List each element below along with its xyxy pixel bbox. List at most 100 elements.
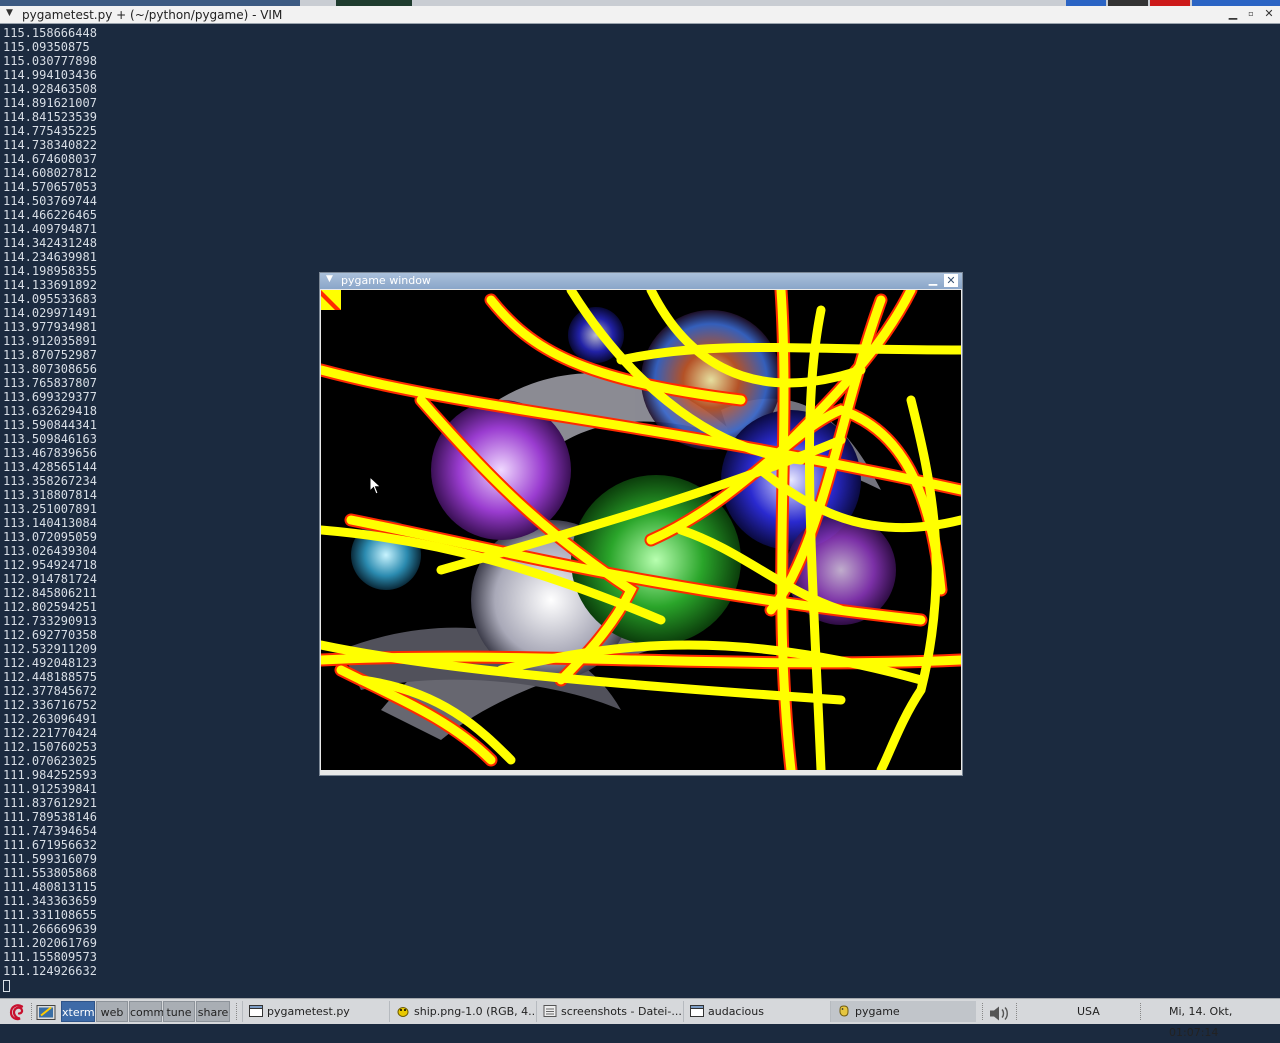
taskbar-separator (31, 1003, 32, 1020)
debian-swirl-icon[interactable] (8, 1002, 28, 1023)
minimize-icon[interactable]: ▁ (926, 273, 940, 286)
terminal-line: 113.977934981 (3, 320, 97, 334)
task-label: pygametest.py (267, 1005, 350, 1018)
terminal-line: 112.336716752 (3, 698, 97, 712)
terminal-line: 111.202061769 (3, 936, 97, 950)
terminal-line: 113.467839656 (3, 446, 97, 460)
task-pygame[interactable]: pygame (830, 1001, 976, 1022)
taskbar-separator (982, 1003, 983, 1020)
terminal-line: 114.891621007 (3, 96, 97, 110)
terminal-line: 113.912035891 (3, 334, 97, 348)
pygame-canvas[interactable] (321, 290, 961, 770)
workspace-comm[interactable]: comm (129, 1001, 164, 1022)
terminal-line: 111.599316079 (3, 852, 97, 866)
terminal-line: 114.994103436 (3, 68, 97, 82)
terminal-titlebar[interactable]: ▼ pygametest.py + (~/python/pygame) - VI… (0, 6, 1280, 24)
close-icon[interactable]: ✕ (1262, 7, 1276, 20)
terminal-icon (249, 1005, 263, 1017)
terminal-line: 114.095533683 (3, 292, 97, 306)
file-manager-icon (543, 1005, 557, 1017)
terminal-line: 111.480813115 (3, 880, 97, 894)
terminal-line: 114.674608037 (3, 152, 97, 166)
terminal-line: 114.198958355 (3, 264, 97, 278)
pygame-render (321, 290, 961, 770)
terminal-line: 113.140413084 (3, 516, 97, 530)
maximize-icon[interactable]: ▫ (1244, 9, 1258, 18)
terminal-line: 114.570657053 (3, 180, 97, 194)
task-label: audacious (708, 1005, 764, 1018)
terminal-line: 112.532911209 (3, 642, 97, 656)
pygame-window-title: pygame window (341, 274, 431, 287)
workspace-web[interactable]: web (96, 1001, 128, 1022)
terminal-line: 113.509846163 (3, 432, 97, 446)
terminal-line: 112.448188575 (3, 670, 97, 684)
terminal-line: 113.765837807 (3, 376, 97, 390)
terminal-line: 112.150760253 (3, 740, 97, 754)
corner-marker (321, 290, 341, 310)
terminal-line: 111.331108655 (3, 908, 97, 922)
terminal-line: 112.914781724 (3, 572, 97, 586)
taskbar-separator (1016, 1003, 1017, 1020)
terminal-line: 111.124926632 (3, 964, 97, 978)
task-label: ship.png-1.0 (RGB, 4... (414, 1005, 535, 1018)
python-icon (839, 1005, 849, 1017)
window-menu-icon[interactable]: ▼ (326, 274, 333, 284)
task-label: screenshots - Datei-... (561, 1005, 682, 1018)
terminal-line: 113.318807814 (3, 488, 97, 502)
terminal-line: 113.807308656 (3, 362, 97, 376)
terminal-line: 114.503769744 (3, 194, 97, 208)
terminal-line: 114.029971491 (3, 306, 97, 320)
terminal-line: 112.845806211 (3, 586, 97, 600)
terminal-line: 113.072095059 (3, 530, 97, 544)
terminal-line: 112.954924718 (3, 558, 97, 572)
terminal-line: 113.358267234 (3, 474, 97, 488)
terminal-line: 112.221770424 (3, 726, 97, 740)
terminal-line: 111.789538146 (3, 810, 97, 824)
workspace-share[interactable]: share (196, 1001, 230, 1022)
task-audacious[interactable]: audacious (683, 1001, 829, 1022)
terminal-line: 113.251007891 (3, 502, 97, 516)
terminal-line: 111.747394654 (3, 824, 97, 838)
task-gimp-ship[interactable]: ship.png-1.0 (RGB, 4... (389, 1001, 535, 1022)
task-pygametest[interactable]: pygametest.py (242, 1001, 388, 1022)
terminal-line: 111.837612921 (3, 796, 97, 810)
workspace-xterm[interactable]: xterm (61, 1001, 95, 1022)
terminal-line: 114.234639981 (3, 250, 97, 264)
pygame-titlebar[interactable]: ▼ pygame window ▁ ✕ (320, 273, 962, 289)
terminal-line: 112.692770358 (3, 628, 97, 642)
mouse-pointer-icon (369, 476, 382, 495)
window-menu-icon[interactable]: ▼ (6, 8, 13, 18)
terminal-line: 112.492048123 (3, 656, 97, 670)
speaker-icon[interactable] (988, 1003, 1010, 1024)
launcher-icon[interactable] (36, 1002, 56, 1023)
terminal-line: 111.266669639 (3, 922, 97, 936)
window-icon (690, 1005, 704, 1017)
minimize-icon[interactable]: ▁ (1226, 7, 1240, 20)
terminal-line: 112.070623025 (3, 754, 97, 768)
terminal-line: 111.912539841 (3, 782, 97, 796)
terminal-line: 112.733290913 (3, 614, 97, 628)
terminal-line: 114.928463508 (3, 82, 97, 96)
terminal-line: 114.608027812 (3, 166, 97, 180)
terminal-line: 115.158666448 (3, 26, 97, 40)
terminal-lines: 115.158666448 115.09350875 115.030777898 11… (3, 26, 97, 978)
terminal-line: 113.026439304 (3, 544, 97, 558)
terminal-line: 113.699329377 (3, 390, 97, 404)
terminal-line: 111.343363659 (3, 894, 97, 908)
taskbar: xterm web comm tune share pygametest.py … (0, 998, 1280, 1039)
keyboard-layout[interactable]: USA (1077, 1001, 1100, 1022)
terminal-line: 112.263096491 (3, 712, 97, 726)
terminal-line: 114.775435225 (3, 124, 97, 138)
terminal-window-title: pygametest.py + (~/python/pygame) - VIM (22, 8, 283, 22)
terminal-line: 114.841523539 (3, 110, 97, 124)
terminal-line: 114.133691892 (3, 278, 97, 292)
terminal-line: 112.802594251 (3, 600, 97, 614)
pygame-window[interactable]: ▼ pygame window ▁ ✕ (320, 273, 962, 775)
terminal-cursor (3, 980, 10, 992)
close-icon[interactable]: ✕ (944, 274, 958, 287)
clock[interactable]: Mi, 14. Okt, 01:07:14 (1169, 1001, 1280, 1039)
taskbar-separator (1140, 1003, 1141, 1020)
workspace-tune[interactable]: tune (163, 1001, 195, 1022)
task-screenshots-filemanager[interactable]: screenshots - Datei-... (536, 1001, 682, 1022)
task-label: pygame (855, 1005, 900, 1018)
